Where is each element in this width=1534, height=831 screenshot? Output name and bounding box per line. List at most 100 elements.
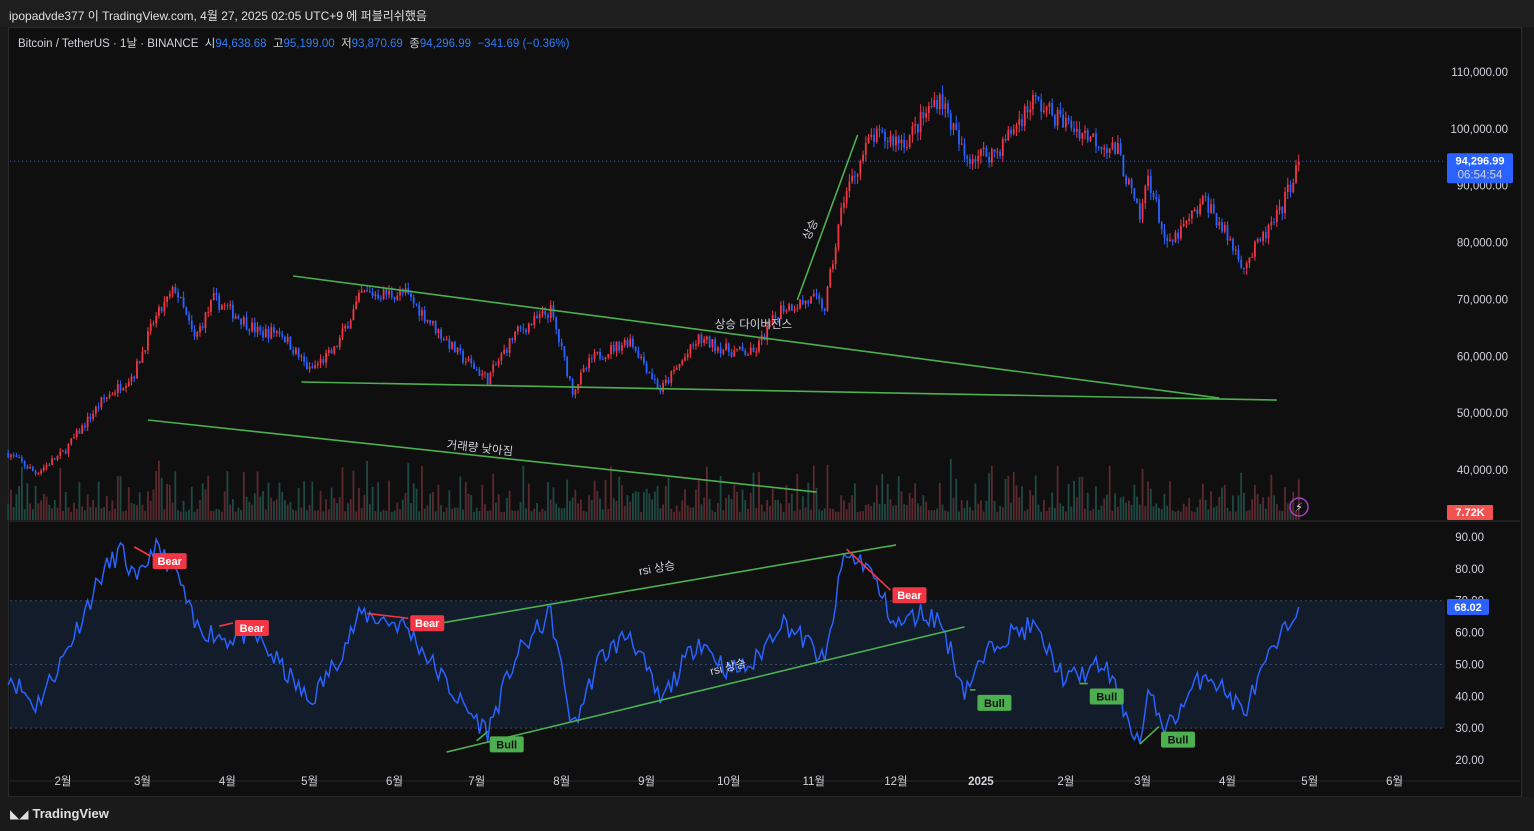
candle: [221, 305, 223, 310]
volume-bar: [982, 511, 985, 520]
volume-bar: [777, 500, 780, 520]
candle: [1232, 238, 1234, 251]
volume-bar: [42, 493, 45, 520]
bear-label-text: Bear: [240, 623, 265, 635]
candle: [1001, 138, 1004, 156]
candle: [1281, 206, 1284, 214]
candle: [18, 457, 21, 459]
volume-bar: [895, 505, 897, 520]
volume-bar: [1245, 510, 1248, 520]
volume-bar: [59, 467, 62, 520]
candle: [377, 294, 379, 299]
candle: [615, 341, 618, 352]
volume-bar: [67, 507, 70, 520]
candle: [851, 175, 854, 182]
volume-bar: [555, 503, 558, 520]
price-axis-label: 60,000.00: [1457, 351, 1508, 363]
volume-bar: [1169, 481, 1171, 520]
candle: [623, 340, 626, 346]
candle: [785, 310, 788, 312]
volume-bar: [78, 482, 81, 520]
time-axis-label: 5월: [1301, 775, 1318, 788]
volume-bar: [988, 473, 991, 520]
volume-bar: [1152, 506, 1155, 520]
trendline[interactable]: [293, 275, 1220, 399]
trendline[interactable]: [147, 419, 817, 493]
candle: [300, 356, 303, 358]
volume-bar: [442, 511, 445, 520]
tradingview-logo[interactable]: ◣◢ TradingView: [10, 806, 109, 821]
volume-bar: [544, 510, 547, 520]
candle: [374, 294, 377, 296]
trendline[interactable]: [301, 381, 1277, 401]
volume-bar: [1040, 511, 1043, 520]
volume-bar: [566, 479, 569, 520]
volume-bar: [656, 485, 659, 520]
candle: [481, 373, 484, 376]
volume-bar: [648, 493, 651, 520]
volume-bar: [407, 463, 410, 520]
volume-bar: [75, 508, 78, 520]
volume-bar: [308, 504, 311, 520]
volume-bar: [955, 478, 958, 520]
candle: [980, 149, 982, 157]
volume-bar: [37, 503, 40, 520]
candle: [1127, 179, 1130, 185]
candle: [555, 317, 558, 330]
volume-bar: [547, 482, 549, 520]
rsi-axis-label: 40.00: [1455, 691, 1484, 703]
time-axis-label: 3월: [1134, 775, 1151, 788]
candle: [48, 464, 51, 466]
candle: [59, 451, 62, 456]
candle: [322, 359, 325, 363]
volume-bar: [927, 510, 930, 520]
candle: [1254, 241, 1256, 257]
candle: [1114, 142, 1117, 155]
candle: [519, 326, 522, 329]
volume-bar: [1166, 505, 1169, 520]
candle: [790, 304, 793, 311]
candle: [845, 191, 848, 204]
volume-bar: [1023, 510, 1026, 520]
trendline[interactable]: [796, 134, 859, 301]
candle: [1264, 231, 1267, 239]
candle: [1149, 175, 1152, 194]
candle: [297, 348, 300, 357]
volume-bar: [295, 510, 297, 520]
candle: [892, 136, 895, 146]
volume-bar: [626, 495, 629, 520]
volume-bar: [286, 504, 289, 520]
volume-bar: [1218, 496, 1221, 520]
volume-bar: [1180, 511, 1182, 520]
candle: [552, 305, 555, 318]
candle: [579, 372, 582, 385]
candle: [1199, 204, 1201, 215]
volume-bar: [615, 500, 618, 520]
candle: [514, 331, 516, 341]
volume-bar: [999, 505, 1001, 520]
candle: [793, 308, 796, 311]
volume-bar: [1073, 480, 1075, 520]
volume-bar: [338, 497, 341, 520]
volume-bar: [204, 489, 207, 520]
rsi-last-value: 68.02: [1454, 602, 1482, 614]
volume-bar: [103, 507, 105, 520]
volume-bar: [832, 508, 834, 520]
candle: [1262, 231, 1265, 241]
candle: [130, 376, 133, 382]
time-axis-label: 5월: [301, 775, 318, 788]
candle: [736, 348, 738, 351]
volume-bar: [64, 492, 67, 520]
chart-canvas[interactable]: 상승 다이버전스상승거래량 낮아짐rsi 상승rsi 상승BearBear Bea…: [0, 0, 1534, 831]
volume-bar: [330, 487, 333, 520]
candle: [1084, 130, 1086, 134]
volume-bar: [790, 493, 793, 520]
candle: [642, 356, 645, 364]
candle: [1106, 148, 1108, 153]
volume-bar: [823, 508, 826, 520]
candle: [171, 287, 174, 294]
volume-bar: [1001, 507, 1004, 520]
volume-bar: [352, 470, 355, 520]
volume-bar: [1122, 496, 1125, 520]
candle: [1034, 94, 1037, 97]
